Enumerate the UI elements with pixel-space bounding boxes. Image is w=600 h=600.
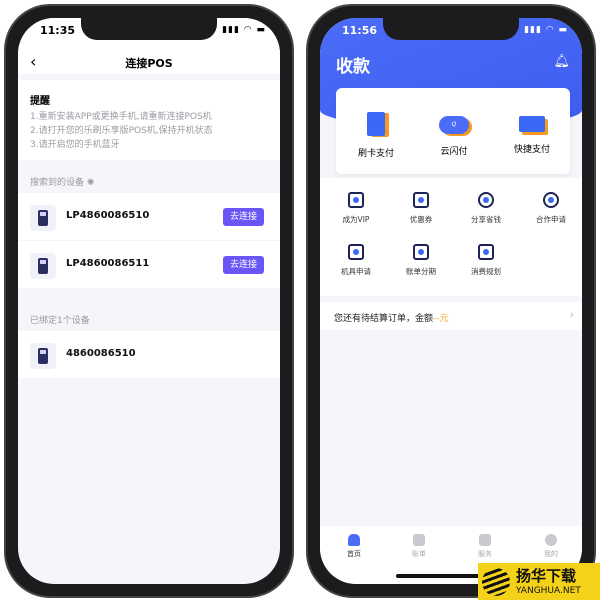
watermark: 扬华下载 YANGHUA.NET [478,563,600,600]
grid-label: 优惠券 [409,215,433,224]
grid-label: 成为VIP [342,215,370,224]
right-phone: 11:56 ▮▮▮ ◠ ▬ 收款 🔔︎ 刷卡支付 Q 云闪付 快捷支付 成为VI… [306,4,596,598]
reminder-card: 提醒 1.重新安装APP或更换手机,请重新连接POS机 2.请打开您的乐刷乐享版… [18,80,280,160]
grid-item-plan[interactable]: 消费规划 [456,244,516,277]
share-icon [478,192,494,208]
device-row: LP4860086510 去连接 [18,193,280,240]
notch [383,18,519,40]
grid-item-coupon[interactable]: 优惠券 [391,192,451,225]
tab-mine[interactable]: 我的 [526,534,576,559]
vip-diamond-icon [348,192,364,208]
grid-label: 合作申请 [536,215,566,224]
grid-item-vip[interactable]: 成为VIP [326,192,386,225]
pay-methods-card: 刷卡支付 Q 云闪付 快捷支付 [336,88,570,174]
reminder-line: 2.请打开您的乐刷乐享版POS机,保持开机状态 [30,126,213,136]
grid-item-device-apply[interactable]: 机具申请 [326,244,386,277]
grid-label: 消费规划 [471,267,501,276]
tab-label: 首页 [347,550,361,558]
grid-item-installment[interactable]: 账单分期 [391,244,451,277]
bell-icon[interactable]: 🔔︎ [553,54,570,69]
pending-text: 您还有待结算订单，金额 [334,314,434,324]
page-title: 连接POS [125,57,173,70]
pay-method-label: 云闪付 [440,147,468,157]
quick-cloud-icon: Q [439,116,469,134]
tab-home[interactable]: 首页 [329,534,379,559]
left-phone: 11:35 ▮▮▮ ◠ ▬ ‹ 连接POS 提醒 1.重新安装APP或更换手机,… [4,4,294,598]
pending-amount: --元 [433,314,449,324]
tab-label: 我的 [544,550,558,558]
tab-bill[interactable]: 账单 [394,534,444,559]
pay-quickpass[interactable]: Q 云闪付 [428,112,480,157]
reminder-line: 3.请开启您的手机蓝牙 [30,140,120,150]
device-row: LP4860086511 去连接 [18,241,280,288]
grid-label: 机具申请 [341,267,371,276]
right-screen: 11:56 ▮▮▮ ◠ ▬ 收款 🔔︎ 刷卡支付 Q 云闪付 快捷支付 成为VI… [320,18,582,584]
watermark-cn: 扬华下载 [516,567,577,585]
pos-device-icon [30,205,56,231]
connect-button[interactable]: 去连接 [223,256,264,274]
connect-button[interactable]: 去连接 [223,208,264,226]
pay-method-label: 刷卡支付 [357,149,394,159]
pending-order-row[interactable]: 您还有待结算订单，金额--元 › [320,302,582,330]
status-time: 11:35 [40,24,76,37]
yuan-doc-icon [478,244,494,260]
bound-section-label: 已绑定1个设备 [30,316,90,326]
device-name: LP4860086511 [66,258,150,269]
bill-tab-icon [413,534,425,546]
grid-item-cooperate[interactable]: 合作申请 [521,192,581,225]
grid-label: 账单分期 [406,267,436,276]
pay-express[interactable]: 快捷支付 [506,112,558,155]
search-section-label: 搜索到的设备 [30,178,85,188]
reminder-line: 1.重新安装APP或更换手机,请重新连接POS机 [30,112,212,122]
notch [81,18,217,40]
coupon-icon [413,192,429,208]
tab-label: 账单 [412,550,426,558]
bank-card-icon [519,116,545,132]
tab-service[interactable]: 服务 [460,534,510,559]
check-circle-icon [543,192,559,208]
bill-icon [413,244,429,260]
grid-label: 分享省钱 [471,215,501,224]
tab-label: 服务 [478,550,492,558]
left-screen: 11:35 ▮▮▮ ◠ ▬ ‹ 连接POS 提醒 1.重新安装APP或更换手机,… [18,18,280,584]
status-icons: ▮▮▮ ◠ ▬ [524,25,568,35]
spinner-icon: ✺ [86,178,95,188]
reminder-title: 提醒 [30,96,50,107]
smile-icon [545,534,557,546]
pos-device-icon [30,343,56,369]
device-name: 4860086510 [66,348,136,359]
service-grid: 成为VIP 优惠券 分享省钱 合作申请 机具申请 账单分期 消费规划 [320,178,582,296]
pos-device-icon [30,253,56,279]
status-time: 11:56 [342,24,378,37]
pay-method-label: 快捷支付 [513,145,550,155]
pos-card-icon [367,112,385,136]
bound-device-row[interactable]: 4860086510 [18,331,280,378]
watermark-logo-icon [482,568,510,596]
device-name: LP4860086510 [66,210,150,221]
chevron-right-icon: › [569,308,574,321]
header-title: 收款 [336,57,370,77]
pay-card-swipe[interactable]: 刷卡支付 [350,112,402,159]
home-icon [348,534,360,546]
service-tab-icon [479,534,491,546]
watermark-en: YANGHUA.NET [516,586,581,596]
device-icon [348,244,364,260]
status-icons: ▮▮▮ ◠ ▬ [222,25,266,35]
grid-item-share[interactable]: 分享省钱 [456,192,516,225]
